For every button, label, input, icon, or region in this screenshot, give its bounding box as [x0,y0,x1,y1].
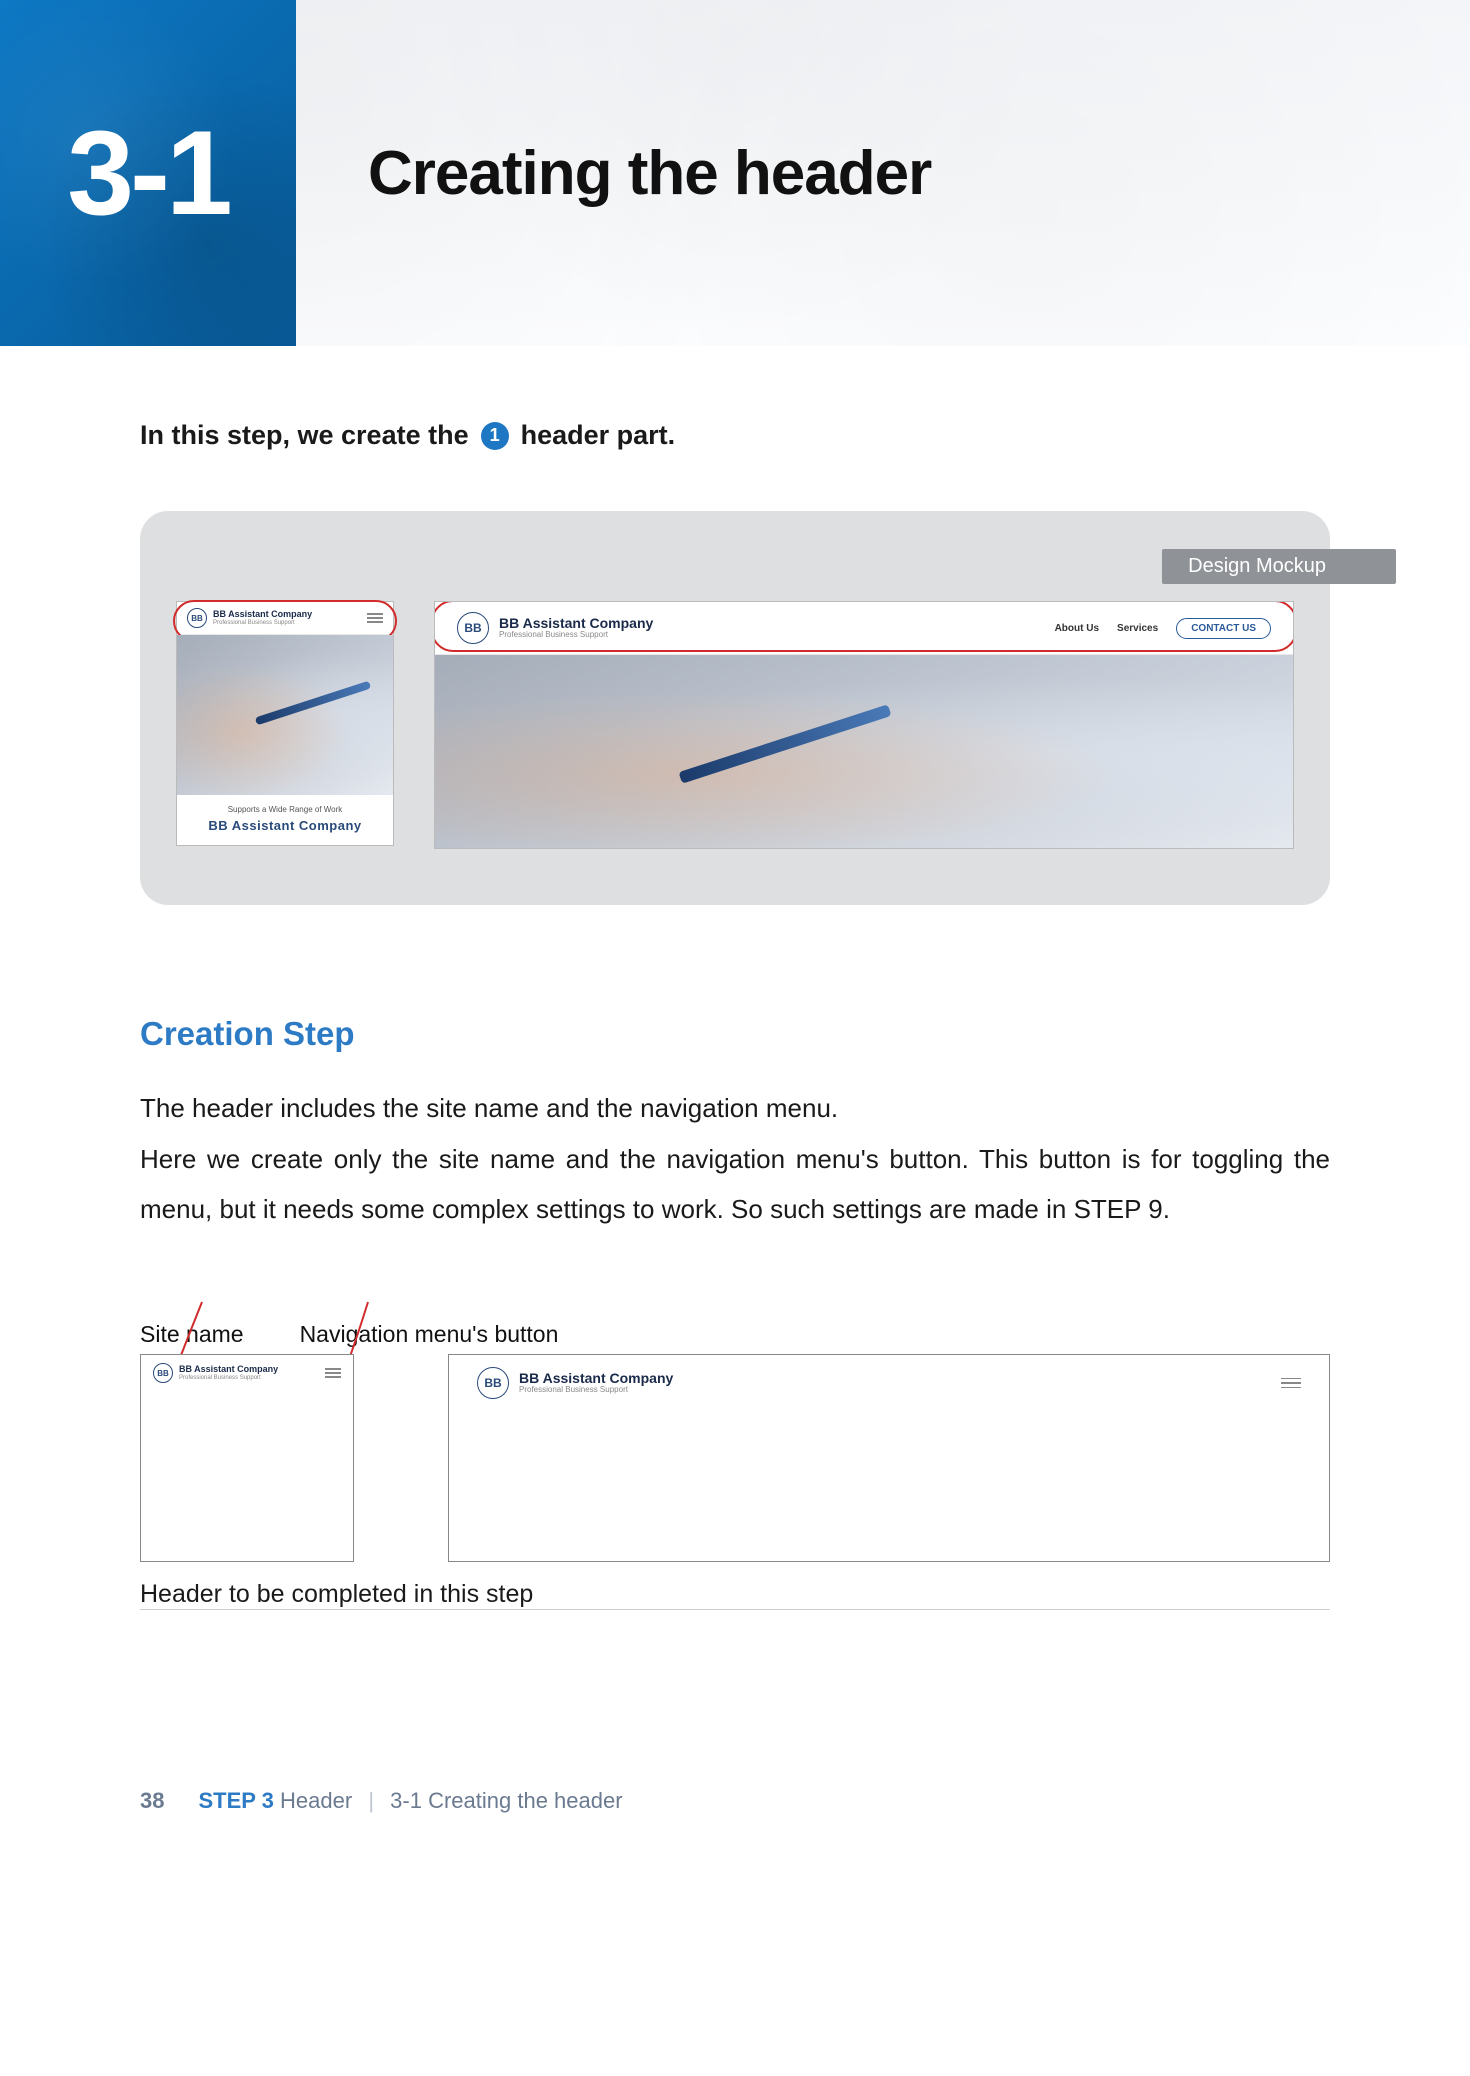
hero-image [177,635,393,795]
chapter-banner: 3-1 Creating the header [0,0,1470,346]
crumb-separator: | [368,1788,374,1813]
chapter-title: Creating the header [296,0,1470,346]
intro-text-after: header part. [521,420,676,451]
hamburger-icon [325,1368,341,1378]
label-site-name: Site name [140,1321,244,1348]
step-badge-1: 1 [481,422,509,450]
company-name: BB Assistant Company [519,1371,673,1386]
diagram-caption: Header to be completed in this step [140,1580,1330,1609]
diagram-header: BB BB Assistant Company Professional Bus… [449,1355,1329,1411]
hero-text: Supports a Wide Range of Work BB Assista… [177,795,393,845]
chapter-number-tile: 3-1 [0,0,296,346]
company-subtitle: Professional Business Support [519,1386,673,1395]
hero-image [435,655,1293,849]
hero-tagline: Supports a Wide Range of Work [183,805,387,814]
section-paragraph-1: The header includes the site name and th… [140,1083,1330,1134]
pen-graphic [254,681,371,726]
label-nav-button: Navigation menu's button [300,1321,559,1348]
hamburger-icon [1281,1378,1301,1389]
intro-line: In this step, we create the 1 header par… [140,420,1330,451]
logo-icon: BB [477,1367,509,1399]
diagram-row: BB BB Assistant Company Professional Bus… [140,1354,1330,1562]
highlight-oval [434,601,1294,652]
footer-rule [140,1609,1330,1610]
chapter-number: 3-1 [67,104,228,242]
pen-graphic [679,704,892,783]
page-number: 38 [140,1788,164,1814]
crumb-section-title: Creating the header [428,1788,622,1813]
section-heading: Creation Step [140,1015,1330,1053]
mobile-mockup: BB BB Assistant Company Professional Bus… [176,601,394,846]
page-footer: 38 STEP 3 Header | 3-1 Creating the head… [0,1770,1470,1854]
diagram-header: BB BB Assistant Company Professional Bus… [141,1355,353,1391]
company-subtitle: Professional Business Support [179,1375,278,1382]
crumb-step-name: Header [280,1788,352,1813]
logo-block: BB BB Assistant Company Professional Bus… [477,1367,673,1399]
crumb-section-num: 3-1 [390,1788,422,1813]
diagram-desktop: BB BB Assistant Company Professional Bus… [448,1354,1330,1562]
diagram-mobile: BB BB Assistant Company Professional Bus… [140,1354,354,1562]
breadcrumb: STEP 3 Header | 3-1 Creating the header [198,1788,622,1814]
company-name: BB Assistant Company [179,1365,278,1375]
crumb-step-label: STEP 3 [198,1788,273,1813]
diagram-section: Site name Navigation menu's button BB [140,1321,1330,1609]
hero-company: BB Assistant Company [183,818,387,833]
logo-block: BB BB Assistant Company Professional Bus… [153,1363,278,1383]
mockup-panel: BB BB Assistant Company Professional Bus… [140,511,1330,905]
creation-step-section: Creation Step The header includes the si… [140,1015,1330,1235]
desktop-mockup: BB BB Assistant Company Professional Bus… [434,601,1294,849]
intro-text-before: In this step, we create the [140,420,469,451]
logo-icon: BB [153,1363,173,1383]
diagram-labels: Site name Navigation menu's button [140,1321,1330,1348]
mockup-section: Design Mockup BB BB Assistant Company Pr… [140,511,1330,905]
mockup-tag: Design Mockup [1162,549,1396,584]
logo-text: BB Assistant Company Professional Busine… [179,1365,278,1381]
section-paragraph-2: Here we create only the site name and th… [140,1134,1330,1235]
logo-text: BB Assistant Company Professional Busine… [519,1371,673,1395]
